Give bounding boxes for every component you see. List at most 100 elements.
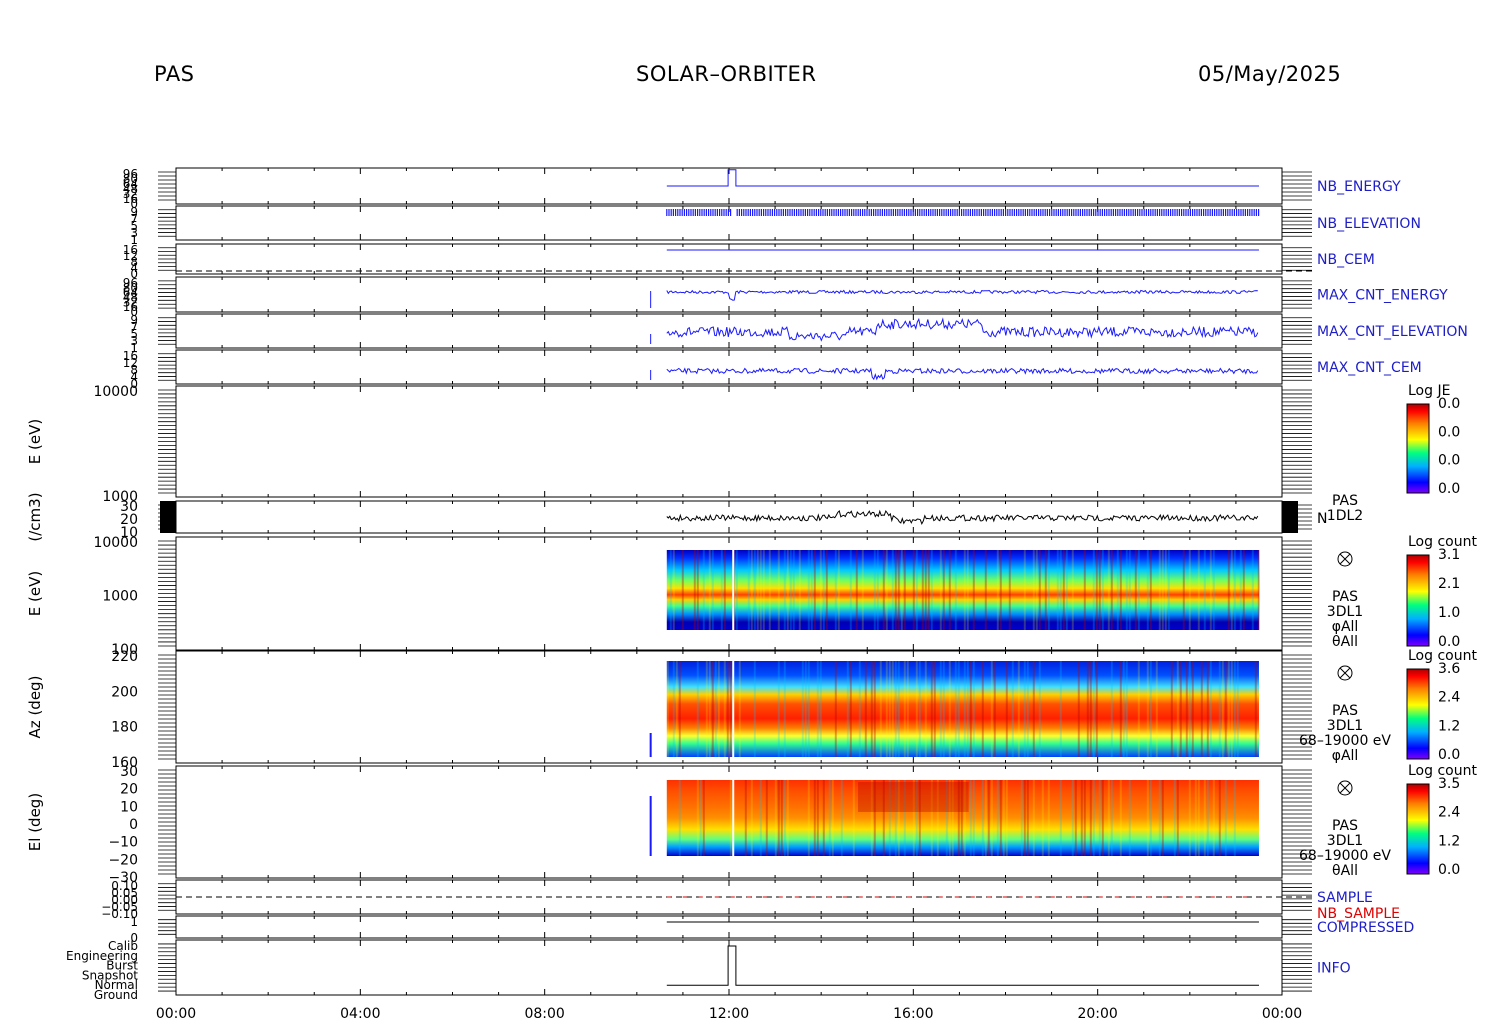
spectrogram-energy-texture (819, 550, 822, 630)
spectrogram-energy-texture (1047, 550, 1050, 630)
spectrogram-azimuth-texture (738, 661, 741, 757)
spectrogram-energy-texture (897, 550, 900, 630)
colorbar (1406, 668, 1430, 760)
spectrogram-azimuth-texture (933, 661, 936, 757)
spectrogram-azimuth-texture (993, 661, 996, 757)
spectrogram-energy-texture (912, 550, 915, 630)
series-density (666, 509, 1259, 526)
y-tick-label: Ground (94, 988, 138, 1002)
panel-annotation: PAS (1332, 703, 1358, 719)
spectrogram-azimuth-texture (963, 661, 966, 757)
spectrogram-azimuth-texture (678, 661, 681, 757)
spectrogram-azimuth-texture (948, 661, 951, 757)
y-tick-label: 1000 (102, 589, 138, 605)
spectrogram-elevation-texture (1173, 780, 1176, 856)
spectrogram-elevation-texture (1203, 780, 1206, 856)
spectrogram-azimuth-texture (1233, 661, 1236, 757)
panel-frame-pas_1dl2_energy (175, 385, 1283, 498)
spectrogram-energy-texture (1137, 550, 1140, 630)
y-axis-title-pas_3dl1_azimuth: Az (deg) (26, 676, 44, 739)
spectrogram-azimuth-texture (864, 661, 867, 757)
spectrogram-energy-texture (1101, 550, 1104, 630)
colorbar-tick-label: 1.0 (1438, 605, 1460, 621)
spectrogram-energy-texture (1038, 550, 1041, 630)
spectrogram-energy-texture (1149, 550, 1152, 630)
colorbar-tick-label: 3.6 (1438, 661, 1460, 677)
spectrogram-energy-texture (1242, 550, 1245, 630)
spectrogram-azimuth-texture (816, 661, 819, 757)
panel-label-nb_elevation: NB_ELEVATION (1317, 216, 1421, 232)
spectrogram-azimuth-texture (804, 661, 807, 757)
solar-orbiter-pas-stack-plot: 9680644832160NB_ENERGY97531NB_ELEVATION1… (26, 167, 1477, 1020)
spectrogram-azimuth-texture (894, 661, 897, 757)
x-tick-label: 00:00 (156, 1006, 196, 1020)
x-tick-label: 08:00 (524, 1006, 564, 1020)
spectrogram-elevation-texture (729, 780, 732, 856)
spectrogram-azimuth-texture (1077, 661, 1080, 757)
colorbar-tick-label: 0.0 (1438, 747, 1460, 763)
spectrogram-azimuth-texture (846, 661, 849, 757)
spectrogram-elevation-texture (750, 780, 753, 856)
panel-annotation: 68–19000 eV (1299, 733, 1391, 749)
spectrogram-energy-texture (1197, 550, 1200, 630)
spectrogram-azimuth-texture (1209, 661, 1212, 757)
spectrogram-energy-texture (1119, 550, 1122, 630)
colorbar-tick-label: 1.2 (1438, 718, 1460, 734)
spectrogram-energy-texture (948, 550, 951, 630)
spectrogram-azimuth-texture (1005, 661, 1008, 757)
spectrogram-elevation-texture (696, 780, 699, 856)
spectrogram-elevation-texture (1233, 780, 1236, 856)
spectrogram-energy-texture (1044, 550, 1047, 630)
spectrogram-elevation-texture (1002, 780, 1005, 856)
spectrogram-energy-texture (942, 550, 945, 630)
spectrogram-energy-texture (1056, 550, 1059, 630)
spectrogram-elevation-texture (816, 780, 819, 856)
spectrogram-energy-texture (762, 550, 765, 630)
spectrogram-energy-texture (996, 550, 999, 630)
spectrogram-elevation-texture (987, 780, 990, 856)
spectrogram-energy-texture (927, 550, 930, 630)
out-of-plane-icon-cross (1339, 553, 1351, 565)
spectrogram-azimuth-texture (930, 661, 933, 757)
spectrogram-elevation-texture (990, 780, 993, 856)
spectrogram-energy-texture (1062, 550, 1065, 630)
spectrogram-azimuth-texture (891, 661, 894, 757)
spectrogram-elevation-texture (1176, 780, 1179, 856)
spectrogram-azimuth-texture (1110, 661, 1113, 757)
spectrogram-energy-texture (1071, 550, 1074, 630)
spectrogram-azimuth-texture (708, 661, 711, 757)
spectrogram-azimuth-texture (888, 661, 891, 757)
panel-label-compressed: COMPRESSED (1317, 920, 1414, 936)
spectrogram-energy-texture (1128, 550, 1131, 630)
spectrogram-energy-texture (966, 550, 969, 630)
spectrogram-azimuth-texture (885, 661, 888, 757)
spectrogram-energy-texture (792, 550, 795, 630)
spectrogram-azimuth-texture (714, 661, 717, 757)
spectrogram-azimuth-texture (1224, 661, 1227, 757)
spectrogram-energy-texture (1059, 550, 1062, 630)
spectrogram-azimuth-texture (807, 661, 810, 757)
spectrogram-energy-texture (1116, 550, 1119, 630)
spectrogram-energy-texture (696, 550, 699, 630)
y-tick-label: 180 (111, 720, 138, 736)
spectrogram-azimuth-texture (1149, 661, 1152, 757)
spectrogram-azimuth-texture (1023, 661, 1026, 757)
spectrogram-elevation-texture (1032, 780, 1035, 856)
spectrogram-energy-texture (789, 550, 792, 630)
spectrogram-elevation-texture (1119, 780, 1122, 856)
spectrogram-elevation-texture (1206, 780, 1209, 856)
spectrogram-azimuth-texture (870, 661, 873, 757)
spectrogram-energy-texture (963, 550, 966, 630)
spectrogram-azimuth-texture (1230, 661, 1233, 757)
spectrogram-energy-texture (1035, 550, 1038, 630)
spectrogram-energy-texture (1146, 550, 1149, 630)
panel-annotation: θAll (1332, 863, 1358, 879)
spectrogram-elevation-texture (777, 780, 780, 856)
colorbar-tick-label: 2.1 (1438, 576, 1460, 592)
spectrogram-azimuth-texture (1026, 661, 1029, 757)
spectrogram-elevation-texture (699, 780, 702, 856)
panel-annotation: φAll (1332, 619, 1359, 635)
spectrogram-elevation-texture (774, 780, 777, 856)
spectrogram-elevation-texture (1023, 780, 1026, 856)
spectrogram-elevation-texture (780, 780, 783, 856)
